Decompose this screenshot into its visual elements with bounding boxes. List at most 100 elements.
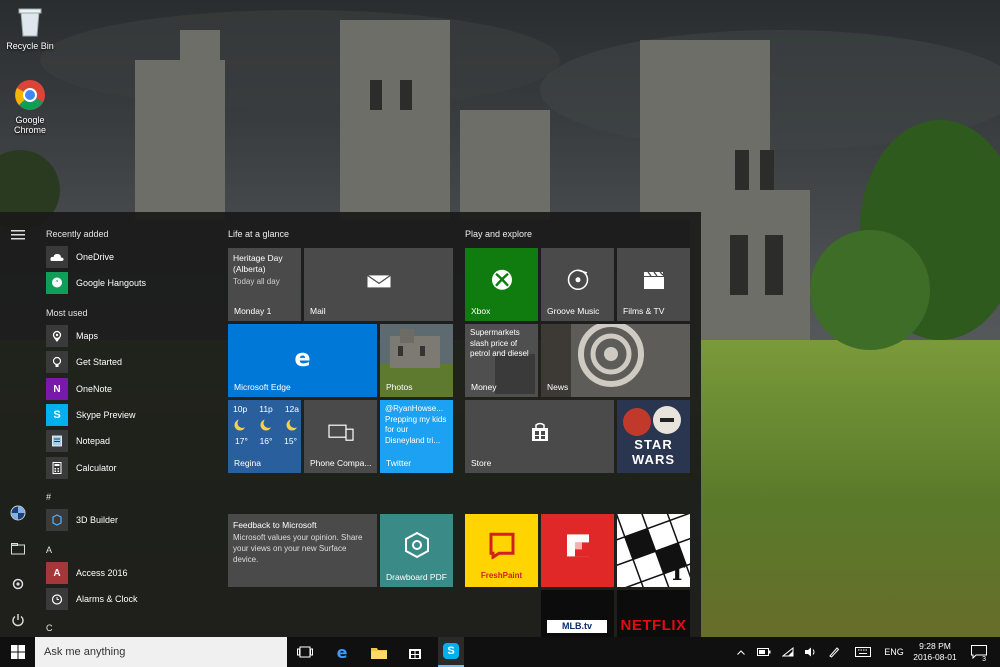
recycle-bin-desktop-icon[interactable]: Recycle Bin [0,4,60,51]
tile-photos[interactable]: Photos [380,324,453,397]
app-alarms-clock[interactable]: Alarms & Clock [46,587,216,611]
weather-label: Regina [234,458,261,468]
mail-label: Mail [310,306,326,316]
feedback-text: Microsoft values your opinion. Share you… [233,533,363,564]
crossword-grid-icon: T [617,514,690,587]
clapperboard-icon [617,270,690,295]
tile-phone-companion[interactable]: Phone Compa... [304,400,377,473]
notification-count: 3 [981,656,987,663]
tile-store[interactable]: Store [465,400,614,473]
a-section-heading[interactable]: A [46,545,52,555]
search-placeholder: Ask me anything [44,646,126,658]
taskbar-edge-button[interactable]: e [329,637,355,667]
app-get-started[interactable]: Get Started [46,350,216,374]
cortana-search-box[interactable]: Ask me anything [35,637,287,667]
group-title-life-at-a-glance: Life at a glance [228,229,290,239]
tile-mlb-tv[interactable]: MLB.tv [541,590,614,637]
tile-feedback[interactable]: Feedback to Microsoft Microsoft values y… [228,514,377,587]
mail-icon [304,272,453,293]
input-language-indicator[interactable]: ENG [880,637,908,667]
tile-groove-music[interactable]: Groove Music [541,248,614,321]
battery-icon[interactable] [756,637,772,667]
store-label: Store [471,458,492,468]
twitter-tweet: @RyanHowse... Prepping my kids for our D… [385,404,447,445]
settings-gear-icon[interactable] [9,575,27,593]
show-hidden-icons-chevron-icon[interactable] [734,637,748,667]
app-notepad[interactable]: Notepad [46,429,216,453]
calendar-event-time: Today all day [233,277,280,286]
hash-section-heading[interactable]: # [46,492,51,502]
app-list: Recently added OneDrive “ Google Hangout… [40,212,220,637]
feedback-title: Feedback to Microsoft [233,520,317,530]
drawboard-icon [380,530,453,565]
user-avatar-icon[interactable] [9,504,27,522]
money-headline: Supermarkets slash price of petrol and d… [470,328,529,358]
weather-moon-icons [233,418,299,432]
flipboard-icon [541,532,614,563]
tile-xbox[interactable]: Xbox [465,248,538,321]
pen-workspace-icon[interactable] [826,637,842,667]
app-onenote[interactable]: N OneNote [46,377,216,401]
hamburger-menu-icon[interactable] [9,226,27,244]
chrome-desktop-icon[interactable]: Google Chrome [0,78,60,135]
windows-logo-icon [10,645,25,659]
drawboard-label: Drawboard PDF [386,572,447,582]
clock-date: 2016-08-01 [913,652,957,662]
tile-star-wars[interactable]: STAR WARS [617,400,690,473]
tile-flipboard[interactable] [541,514,614,587]
chrome-icon [13,78,47,112]
tile-calendar[interactable]: Heritage Day (Alberta) Today all day Mon… [228,248,301,321]
taskbar-store-button[interactable] [402,637,428,667]
tile-mail[interactable]: Mail [304,248,453,321]
app-google-hangouts[interactable]: “ Google Hangouts [46,271,216,295]
start-button[interactable] [0,637,35,667]
tile-nyt-crossword[interactable]: T [617,514,690,587]
taskbar-file-explorer-button[interactable] [366,637,392,667]
crescent-moon-icon [260,418,273,431]
app-onedrive[interactable]: OneDrive [46,245,216,269]
touch-keyboard-icon[interactable] [853,637,873,667]
recycle-bin-icon [13,4,47,38]
tile-twitter[interactable]: @RyanHowse... Prepping my kids for our D… [380,400,453,473]
tile-money[interactable]: Supermarkets slash price of petrol and d… [465,324,538,397]
tile-freshpaint[interactable]: FreshPaint [465,514,538,587]
hangouts-icon: “ [46,272,68,294]
tile-films-tv[interactable]: Films & TV [617,248,690,321]
power-icon[interactable] [9,611,27,629]
tile-netflix[interactable]: NETFLIX [617,590,690,637]
taskbar-skype-button[interactable]: S [438,637,464,667]
app-skype-preview[interactable]: S Skype Preview [46,403,216,427]
volume-icon[interactable] [803,637,819,667]
lightbulb-icon [46,351,68,373]
calendar-event: Heritage Day (Alberta) [233,253,283,274]
recycle-bin-label: Recycle Bin [6,41,54,51]
calendar-label: Monday 1 [234,306,272,316]
twitter-label: Twitter [386,458,412,468]
notepad-icon [46,430,68,452]
skype-icon: S [46,404,68,426]
app-3d-builder[interactable]: 3D Builder [46,508,216,532]
films-tv-label: Films & TV [623,306,665,316]
app-maps[interactable]: Maps [46,324,216,348]
3d-builder-icon [46,509,68,531]
edge-icon: e [336,642,348,662]
skype-icon: S [443,643,459,659]
svg-text:T: T [669,560,686,586]
star-wars-text: STAR WARS [632,437,675,467]
clock[interactable]: 9:28 PM 2016-08-01 [910,637,960,667]
c-section-heading[interactable]: C [46,623,53,633]
tile-drawboard-pdf[interactable]: Drawboard PDF [380,514,453,587]
store-bag-icon [409,649,421,659]
tile-news[interactable]: News [541,324,690,397]
start-menu: Recently added OneDrive “ Google Hangout… [0,212,701,637]
wifi-icon[interactable] [781,637,795,667]
access-icon: A [46,562,68,584]
task-view-button[interactable] [292,637,318,667]
group-title-play-and-explore: Play and explore [465,229,533,239]
tile-weather[interactable]: 10p 11p 12a 17° 16° 15° Regina [228,400,301,473]
action-center-button[interactable]: 3 [966,637,992,667]
app-calculator[interactable]: Calculator [46,456,216,480]
app-access-2016[interactable]: A Access 2016 [46,561,216,585]
file-explorer-icon[interactable] [9,540,27,558]
tile-microsoft-edge[interactable]: e Microsoft Edge [228,324,377,397]
